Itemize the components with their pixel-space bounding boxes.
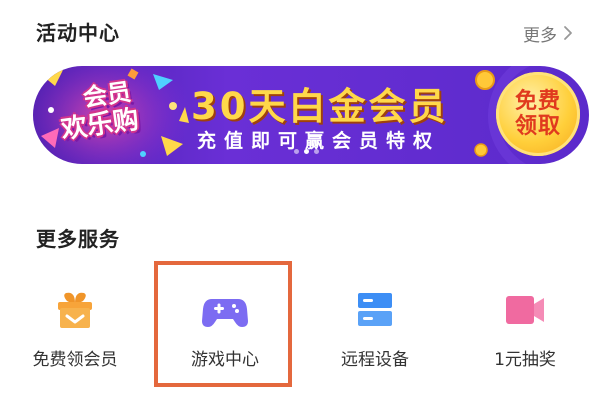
- free-claim-line-2: 领取: [514, 114, 561, 139]
- chevron-right-icon: [564, 26, 572, 40]
- video-camera-icon: [506, 296, 544, 324]
- service-item-game-center[interactable]: 游戏中心: [150, 270, 300, 380]
- service-item-lottery[interactable]: 1元抽奖: [450, 270, 600, 380]
- carousel-dot[interactable]: [314, 149, 319, 154]
- remote-device-icon: [358, 293, 392, 326]
- service-label: 免费领会员: [32, 350, 118, 370]
- service-grid: 免费领会员 游戏中心 远程设备 1元抽奖: [0, 270, 600, 400]
- services-title: 更多服务: [36, 227, 120, 251]
- promo-headline: 30天白金会员: [191, 85, 449, 128]
- free-claim-button[interactable]: 免费 领取: [496, 72, 580, 156]
- carousel-dot[interactable]: [294, 149, 299, 154]
- service-label: 远程设备: [341, 350, 409, 370]
- gift-box-icon: [58, 292, 92, 328]
- free-claim-line-1: 免费: [514, 89, 561, 114]
- service-label: 游戏中心: [191, 350, 259, 370]
- activity-header: 活动中心 更多: [0, 0, 600, 62]
- gamepad-icon: [202, 299, 248, 327]
- carousel-dot[interactable]: [304, 149, 309, 154]
- service-item-free-membership[interactable]: 免费领会员: [0, 270, 150, 380]
- activity-title: 活动中心: [36, 21, 120, 45]
- more-link[interactable]: 更多: [523, 20, 576, 46]
- carousel-dots: [0, 149, 600, 155]
- service-label: 1元抽奖: [494, 350, 556, 370]
- more-label: 更多: [523, 25, 557, 46]
- service-item-remote-device[interactable]: 远程设备: [300, 270, 450, 380]
